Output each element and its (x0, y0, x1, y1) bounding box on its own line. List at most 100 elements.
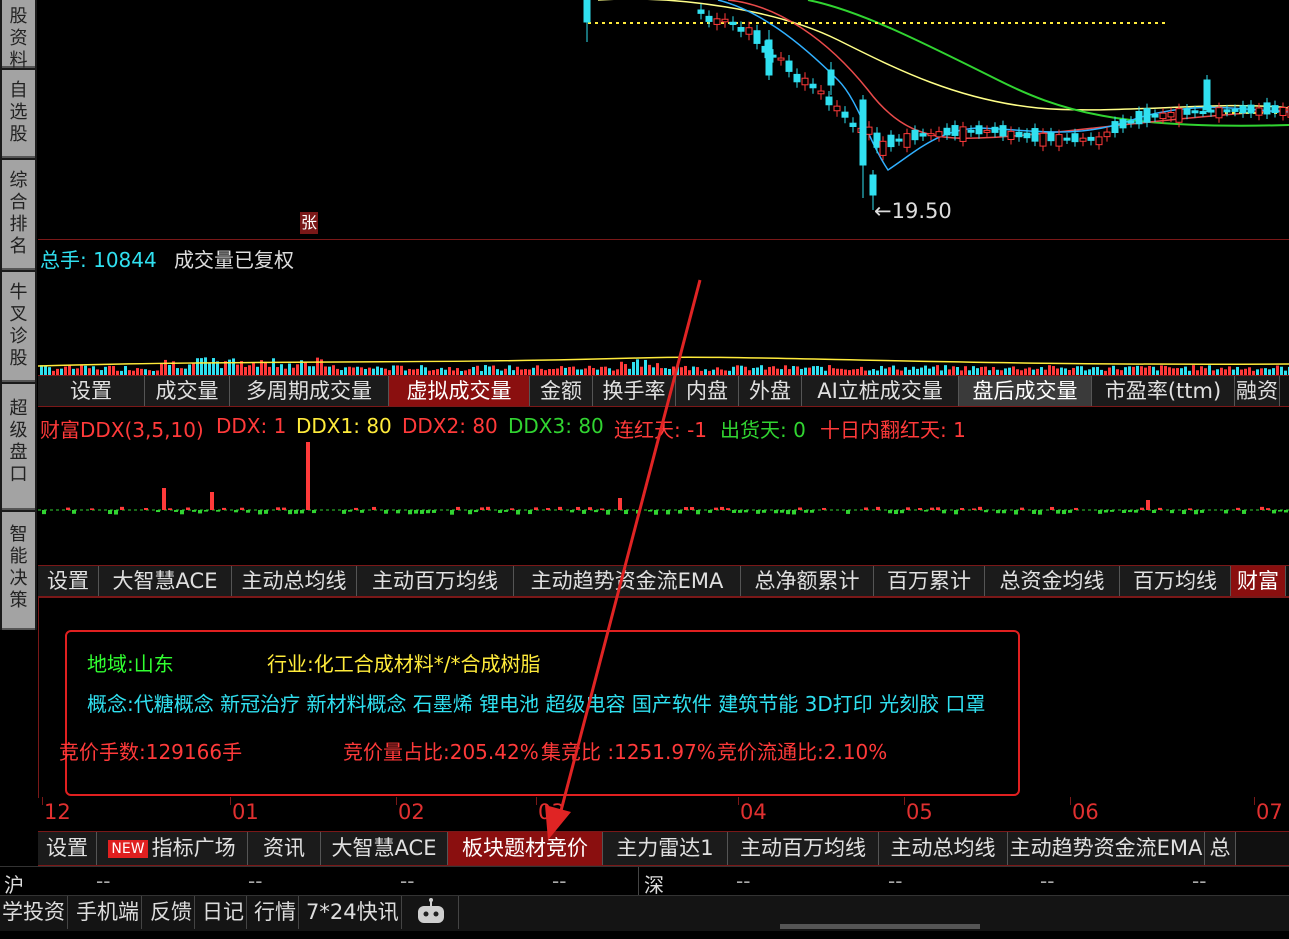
ddx-tab-8[interactable]: 百万均线 (1120, 566, 1231, 596)
volume-tab-8[interactable]: AI立桩成交量 (802, 376, 959, 406)
volume-bar (984, 366, 987, 375)
scroll-indicator[interactable] (780, 924, 980, 929)
footer-learn[interactable]: 学投资 (0, 896, 68, 929)
candle-body (895, 138, 903, 142)
ddx-bar (486, 506, 490, 510)
ddx-tab-9[interactable]: 财富 (1231, 566, 1286, 596)
candle-body (911, 129, 919, 141)
bottom-tab-1[interactable]: NEW 指标广场 (97, 832, 248, 865)
candle-body (1199, 111, 1207, 115)
volume-bar (108, 365, 111, 375)
candle-body (833, 105, 841, 112)
volume-bar (80, 365, 83, 375)
ddx-bar (738, 510, 742, 513)
footer-mobile[interactable]: 手机端 (74, 896, 142, 929)
candlestick-svg (583, 0, 1289, 210)
ddx-bar (204, 510, 208, 512)
sidebar-item-ranking[interactable]: 综合排名 (2, 160, 35, 270)
ddx-tab-7[interactable]: 总资金均线 (985, 566, 1120, 596)
footer-feedback[interactable]: 反馈 (148, 896, 195, 929)
volume-bar (360, 367, 363, 375)
ddx-bar (774, 510, 778, 514)
month-label: 03 (538, 800, 565, 824)
month-label: 02 (398, 800, 425, 824)
candle-body (849, 122, 857, 127)
volume-panel[interactable]: 总手: 10844 成交量已复权 (38, 240, 1289, 375)
ddx-bar (654, 510, 658, 515)
ddx-value: DDX: 1 (216, 414, 287, 438)
volume-tab-10[interactable]: 市盈率(ttm) (1092, 376, 1235, 406)
ddx-tab-4[interactable]: 主动趋势资金流EMA (514, 566, 741, 596)
ddx-bar (216, 510, 220, 512)
bottom-tab-0[interactable]: 设置 (38, 832, 97, 865)
volume-tab-9[interactable]: 盘后成交量 (959, 376, 1092, 406)
volume-tab-1[interactable]: 成交量 (145, 376, 230, 406)
sidebar-item-stock-profile[interactable]: 股资料 (2, 0, 35, 71)
volume-tab-11[interactable]: 融资 (1235, 376, 1280, 406)
volume-bar (936, 365, 939, 375)
bottom-tab-2[interactable]: 资讯 (248, 832, 321, 865)
volume-tab-4[interactable]: 金额 (530, 376, 593, 406)
candlestick-chart[interactable]: 张 ←19.50 (38, 0, 1289, 240)
bottom-tab-3[interactable]: 大智慧ACE (321, 832, 448, 865)
ddx-bar (780, 510, 784, 513)
volume-bar (568, 366, 571, 375)
bottom-tab-8[interactable]: 主动趋势资金流EMA (1008, 832, 1205, 865)
ddx-bar (342, 510, 346, 514)
candle-body (1175, 108, 1183, 123)
time-axis: 12 01 02 03 04 05 06 07 (38, 797, 1289, 829)
month-tick (1254, 797, 1255, 805)
candle-body (1203, 79, 1211, 111)
volume-tab-3[interactable]: 虚拟成交量 (389, 376, 530, 406)
candle-body (879, 140, 887, 156)
bottom-tab-9[interactable]: 总 (1205, 832, 1236, 865)
volume-tab-5[interactable]: 换手率 (593, 376, 676, 406)
candle-body (1215, 107, 1223, 119)
ddx-panel[interactable]: 财富DDX(3,5,10) DDX: 1 DDX1: 80 DDX2: 80 D… (38, 408, 1289, 565)
bottom-tab-4[interactable]: 板块题材竞价 (448, 832, 603, 865)
footer-market[interactable]: 行情 (252, 896, 299, 929)
volume-tab-7[interactable]: 外盘 (739, 376, 802, 406)
sidebar-item-watchlist[interactable]: 自选股 (2, 70, 35, 158)
sidebar-item-smart-decision[interactable]: 智能决策 (2, 512, 35, 630)
robot-icon[interactable] (404, 896, 459, 929)
volume-bar (828, 365, 831, 375)
volume-bar (832, 368, 835, 375)
footer-diary[interactable]: 日记 (200, 896, 247, 929)
volume-bar (288, 363, 291, 375)
ma60-line (598, 0, 1289, 111)
volume-bar (48, 367, 51, 375)
volume-bar (1236, 366, 1239, 375)
bottom-tab-5[interactable]: 主力雷达1 (603, 832, 728, 865)
volume-tab-0[interactable]: 设置 (38, 376, 145, 406)
footer-news[interactable]: 7*24快讯 (304, 896, 402, 929)
candle-body (975, 125, 983, 135)
volume-bar (1052, 366, 1055, 375)
volume-bar (380, 367, 383, 375)
ddx-bar (258, 510, 262, 515)
ddx-tab-0[interactable]: 设置 (38, 566, 99, 596)
bottom-indicator-tabs: 设置 NEW 指标广场 资讯 大智慧ACE 板块题材竞价 主力雷达1 主动百万均线 主动总均线主… (38, 831, 1289, 866)
ddx-tab-5[interactable]: 总净额累计 (741, 566, 874, 596)
candle-body (1247, 104, 1255, 114)
month-tick (230, 797, 231, 805)
volume-bar (508, 365, 511, 375)
ddx-tab-3[interactable]: 主动百万均线 (357, 566, 514, 596)
ddx-bar (114, 510, 118, 515)
volume-tab-6[interactable]: 内盘 (676, 376, 739, 406)
sidebar-item-super-board[interactable]: 超级盘口 (2, 384, 35, 510)
sidebar-item-diagnosis[interactable]: 牛叉诊股 (2, 272, 35, 382)
ddx-tab-2[interactable]: 主动总均线 (232, 566, 357, 596)
ddx-tab-1[interactable]: 大智慧ACE (99, 566, 232, 596)
bottom-tab-7[interactable]: 主动总均线 (879, 832, 1008, 865)
candle-body (583, 0, 591, 23)
ddx-tab-6[interactable]: 百万累计 (874, 566, 985, 596)
bottom-tab-6[interactable]: 主动百万均线 (728, 832, 879, 865)
volume-tab-2[interactable]: 多周期成交量 (230, 376, 389, 406)
volume-bar (624, 364, 627, 375)
ddx-bar (480, 507, 484, 510)
volume-bar (752, 367, 755, 375)
volume-bar (1200, 366, 1203, 375)
volume-bar (304, 362, 307, 375)
month-label: 04 (740, 800, 767, 824)
